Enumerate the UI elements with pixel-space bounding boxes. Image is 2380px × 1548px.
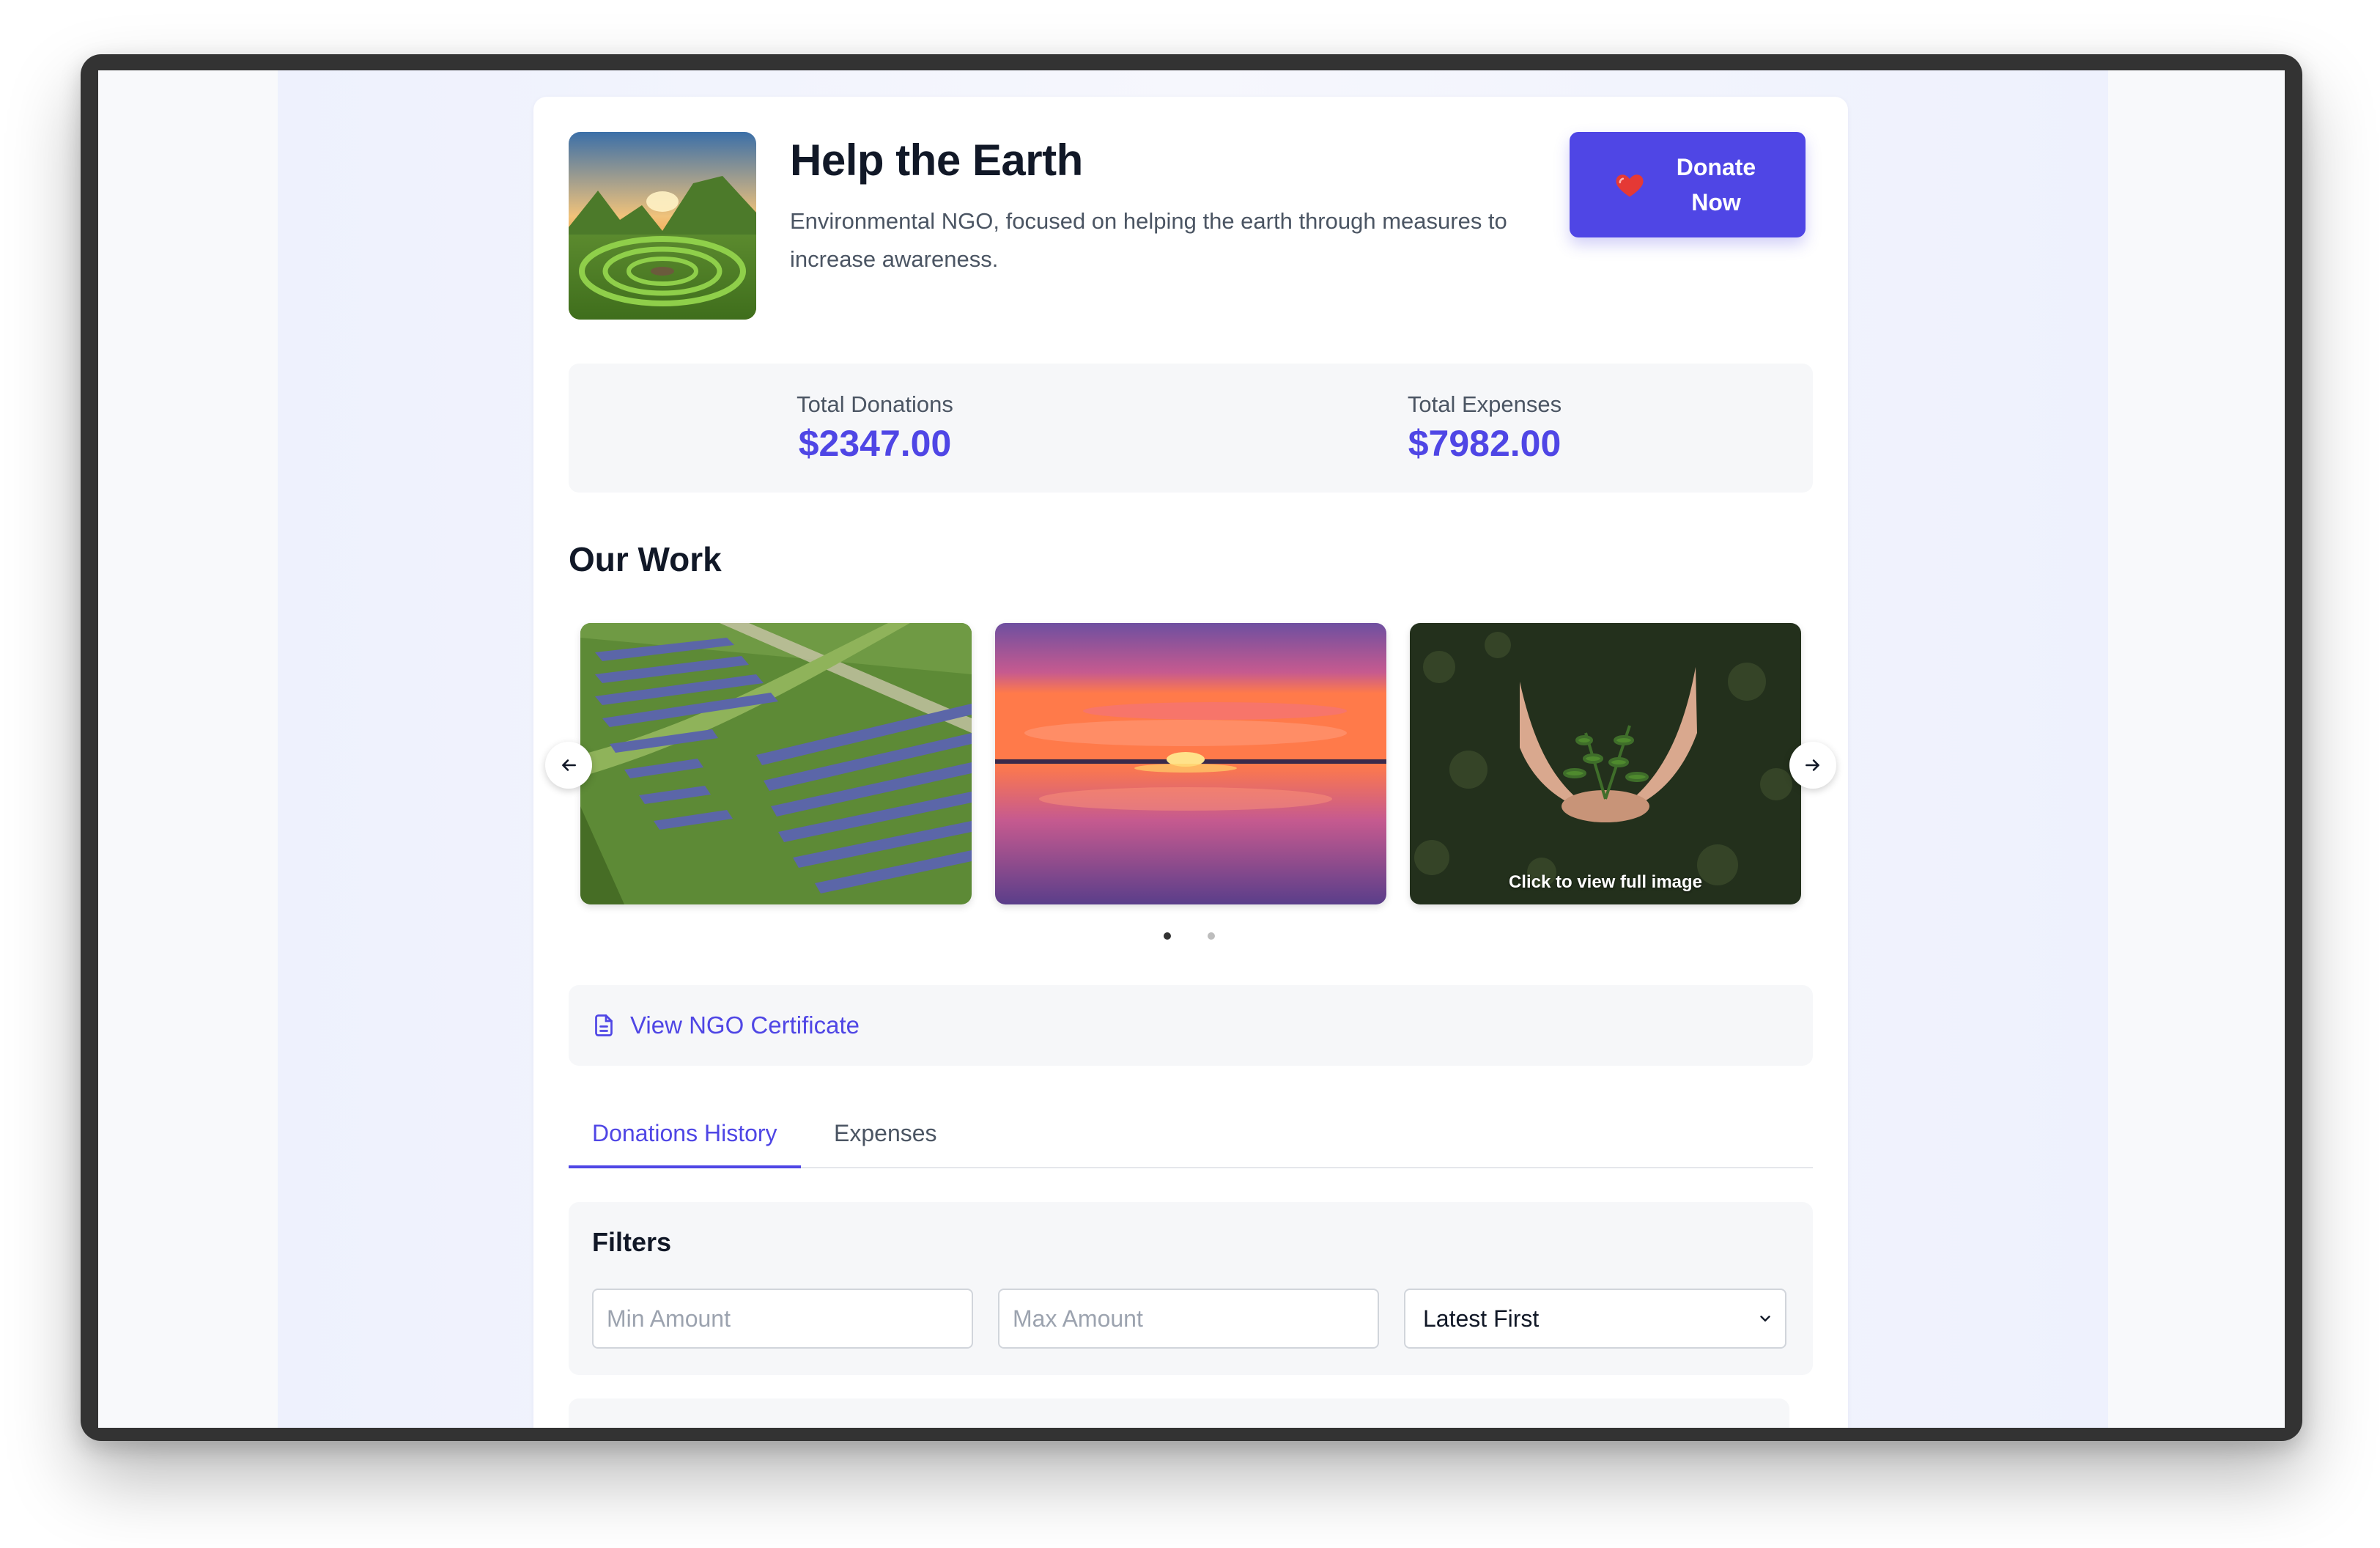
total-expenses-label: Total Expenses [1407,391,1562,417]
view-certificate-label: View NGO Certificate [630,1011,860,1039]
org-name: Help the Earth [790,136,1083,185]
tab-donations-history[interactable]: Donations History [569,1114,801,1168]
filters-title: Filters [592,1227,672,1257]
arrow-left-icon [562,759,576,771]
view-certificate-link[interactable]: View NGO Certificate [569,985,1813,1066]
ngo-logo-image [569,132,756,320]
max-amount-input[interactable] [998,1289,1379,1349]
total-donations-stat: Total Donations $2347.00 [655,390,1095,468]
browser-viewport: Help the Earth Environmental NGO, focuse… [98,70,2285,1428]
carousel-image-sunset[interactable] [995,623,1386,904]
our-work-title: Our Work [569,540,722,578]
filters-panel: Filters Latest First [569,1202,1813,1375]
document-icon [595,1014,613,1036]
heart-icon [1616,174,1644,197]
total-donations-label: Total Donations [797,391,953,417]
device-frame: Help the Earth Environmental NGO, focuse… [81,54,2302,1441]
stats-panel: Total Donations $2347.00 Total Expenses … [569,364,1813,493]
sort-order-value: Latest First [1423,1305,1540,1332]
carousel-dot-2[interactable] [1208,932,1215,940]
tab-expenses[interactable]: Expenses [834,1114,937,1165]
donate-now-label: Donate Now [1676,154,1756,215]
total-expenses-value: $7982.00 [1408,423,1562,464]
history-tabs: Donations History Expenses [569,1114,1813,1168]
carousel-next-button[interactable] [1789,742,1836,789]
donate-now-button[interactable]: Donate Now [1570,132,1806,237]
donations-list-panel [569,1398,1789,1428]
carousel-caption: Click to view full image [1508,872,1703,892]
chevron-down-icon [1760,1316,1770,1322]
min-amount-input[interactable] [592,1289,973,1349]
org-description: Environmental NGO, focused on helping th… [790,208,1507,272]
carousel-image-solar-farm[interactable] [580,623,972,904]
carousel-dot-1[interactable] [1164,932,1171,940]
ngo-profile-card: Help the Earth Environmental NGO, focuse… [533,97,1848,1428]
carousel-prev-button[interactable] [545,742,592,789]
total-expenses-stat: Total Expenses $7982.00 [1265,390,1704,468]
sort-order-select[interactable]: Latest First [1404,1289,1786,1349]
total-donations-value: $2347.00 [798,423,952,464]
arrow-right-icon [1806,759,1819,771]
carousel-image-seedling[interactable]: Click to view full image [1410,623,1801,904]
